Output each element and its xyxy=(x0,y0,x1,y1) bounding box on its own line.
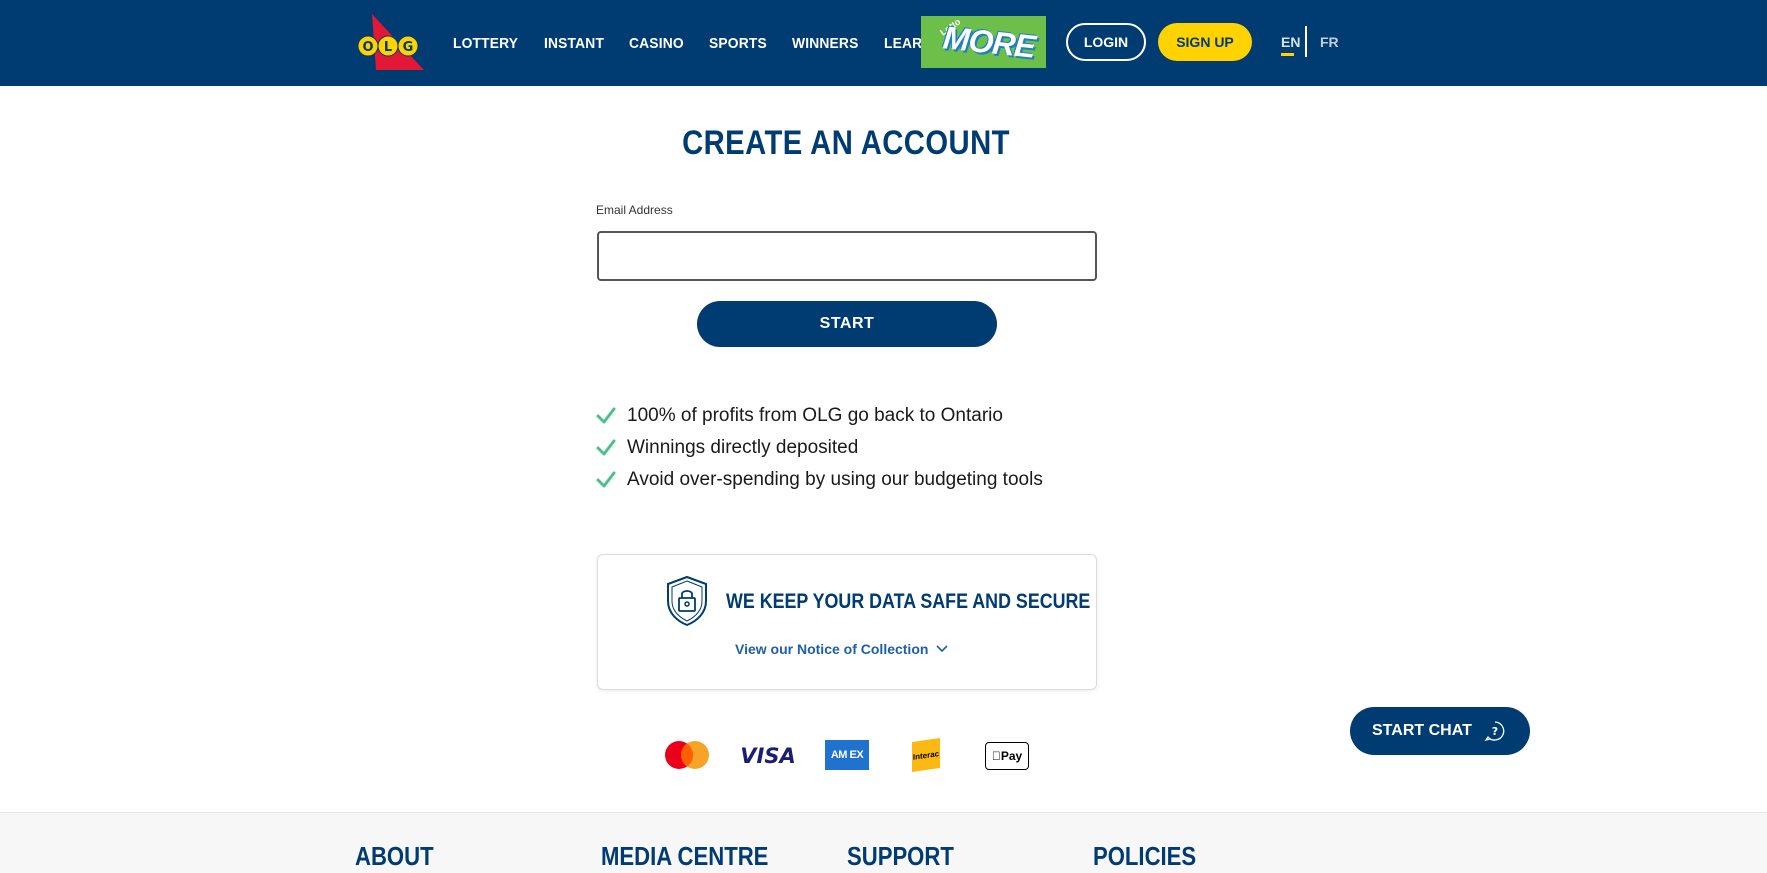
benefits-list: 100% of profits from OLG go back to Onta… xyxy=(596,400,1043,496)
footer-policies-heading[interactable]: POLICIES xyxy=(1093,841,1196,872)
start-button[interactable]: START xyxy=(697,301,997,347)
svg-text:G: G xyxy=(403,40,414,55)
check-icon xyxy=(596,439,616,456)
language-fr[interactable]: FR xyxy=(1320,34,1339,50)
language-divider xyxy=(1305,26,1307,57)
svg-text:O: O xyxy=(362,40,373,55)
start-chat-label: START CHAT xyxy=(1372,722,1472,739)
benefit-item: Avoid over-spending by using our budgeti… xyxy=(596,464,1043,496)
lotto-more-promo[interactable]: Lotto MORE xyxy=(921,16,1046,68)
shield-lock-icon xyxy=(667,575,707,627)
visa-icon: VISA xyxy=(742,744,794,766)
main-nav: LOTTERY INSTANT CASINO SPORTS WINNERS LE… xyxy=(453,0,936,86)
page-title: CREATE AN ACCOUNT xyxy=(682,124,1010,162)
nav-lottery[interactable]: LOTTERY xyxy=(453,35,518,52)
apple-pay-icon: Pay xyxy=(985,742,1029,770)
footer-media-centre-heading[interactable]: MEDIA CENTRE xyxy=(601,841,768,872)
nav-instant[interactable]: INSTANT xyxy=(544,35,604,52)
visa-text: VISA xyxy=(742,744,794,766)
benefit-text: 100% of profits from OLG go back to Onta… xyxy=(627,405,1003,426)
svg-text:?: ? xyxy=(1492,725,1498,738)
nav-winners[interactable]: WINNERS xyxy=(792,35,858,52)
email-input[interactable] xyxy=(597,231,1097,281)
benefit-item: Winnings directly deposited xyxy=(596,432,1043,464)
login-button[interactable]: LOGIN xyxy=(1066,23,1146,61)
language-active-indicator xyxy=(1281,53,1294,56)
check-icon xyxy=(596,471,616,488)
footer-support-heading[interactable]: SUPPORT xyxy=(847,841,954,872)
interac-icon: Interac xyxy=(912,738,940,772)
benefit-text: Winnings directly deposited xyxy=(627,437,859,458)
check-icon xyxy=(596,407,616,424)
nav-sports[interactable]: SPORTS xyxy=(709,35,767,52)
data-security-card: WE KEEP YOUR DATA SAFE AND SECURE View o… xyxy=(597,554,1097,690)
chevron-down-icon xyxy=(936,645,949,653)
language-en[interactable]: EN xyxy=(1281,34,1300,50)
site-header: O L G LOTTERY INSTANT CASINO SPORTS WINN… xyxy=(0,0,1767,86)
olg-logo-icon: O L G xyxy=(357,14,424,70)
nav-casino[interactable]: CASINO xyxy=(629,35,684,52)
amex-icon: AM EX xyxy=(825,740,869,770)
sign-up-button[interactable]: SIGN UP xyxy=(1158,23,1252,61)
security-title: WE KEEP YOUR DATA SAFE AND SECURE xyxy=(726,590,1091,613)
svg-text:L: L xyxy=(384,40,392,55)
start-chat-button[interactable]: START CHAT ? xyxy=(1350,707,1530,755)
notice-link-text: View our Notice of Collection xyxy=(735,641,929,657)
email-label: Email Address xyxy=(596,203,673,217)
question-bubble-icon: ? xyxy=(1484,721,1505,742)
footer-about-heading[interactable]: ABOUT xyxy=(355,841,434,872)
apple-logo-icon:  xyxy=(992,749,1001,763)
notice-of-collection-link[interactable]: View our Notice of Collection xyxy=(735,641,949,657)
olg-logo[interactable]: O L G xyxy=(356,14,428,70)
mastercard-icon xyxy=(665,741,709,769)
lotto-more-big: MORE xyxy=(940,18,1037,65)
apple-pay-text: Pay xyxy=(996,749,1022,763)
benefit-item: 100% of profits from OLG go back to Onta… xyxy=(596,400,1043,432)
benefit-text: Avoid over-spending by using our budgeti… xyxy=(627,469,1043,490)
site-footer: ABOUT MEDIA CENTRE SUPPORT POLICIES xyxy=(0,812,1767,873)
